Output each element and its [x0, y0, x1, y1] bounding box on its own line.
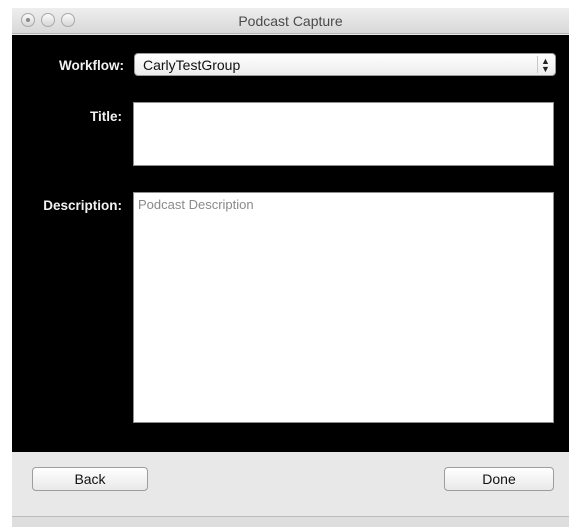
description-placeholder: Podcast Description	[138, 197, 254, 212]
window-bottom-edge	[12, 516, 569, 527]
description-label: Description:	[43, 198, 122, 213]
form-panel: Workflow: CarlyTestGroup ▲ ▼ Title: Descr…	[12, 35, 569, 452]
description-field[interactable]: Podcast Description	[133, 192, 554, 423]
workflow-selected-value: CarlyTestGroup	[143, 57, 241, 73]
window-title: Podcast Capture	[238, 13, 343, 29]
title-field[interactable]	[133, 102, 554, 166]
back-button[interactable]: Back	[32, 467, 148, 491]
up-down-arrows-icon: ▲ ▼	[537, 56, 553, 74]
button-bar: Back Done	[12, 452, 569, 517]
podcast-capture-window: Podcast Capture Workflow: CarlyTestGroup…	[12, 8, 569, 527]
workflow-select[interactable]: CarlyTestGroup ▲ ▼	[134, 53, 556, 76]
title-label: Title:	[89, 109, 122, 124]
title-bar: Podcast Capture	[12, 8, 569, 34]
done-button[interactable]: Done	[444, 467, 554, 491]
workflow-label: Workflow:	[59, 58, 124, 73]
